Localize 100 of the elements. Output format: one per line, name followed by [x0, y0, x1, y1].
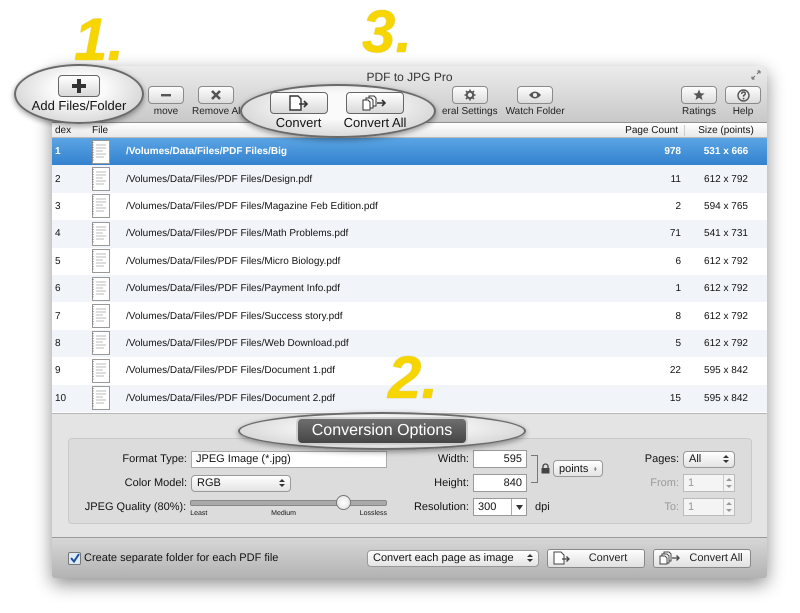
table-row[interactable]: 6 /Volumes/Data/Files/PDF Files/Payment Info.pdf 1 612 x 792 — [52, 274, 767, 302]
unit-label: dpi — [535, 501, 550, 513]
table-cell-text: /Volumes/Data/Files/PDF Files/Document 1.pdf — [126, 365, 336, 376]
table-cell-text: 1 — [54, 146, 62, 158]
unit-select[interactable]: points — [553, 460, 603, 477]
table-cell-text: /Volumes/Data/Files/PDF Files/Document 2.pdf — [126, 392, 336, 404]
eye-icon — [528, 90, 542, 100]
document-thumbnail-icon — [92, 249, 110, 274]
table-cell-text: 541 x 731 — [703, 228, 749, 240]
document-thumbnail-icon — [92, 386, 110, 410]
convert-button[interactable]: Convert — [547, 548, 645, 568]
table-cell-text: /Volumes/Data/Files/PDF Files/Success story.pdf — [126, 310, 344, 322]
section-title: Conversion Options — [296, 417, 468, 445]
table-cell-text: 8 — [54, 338, 62, 349]
table-cell-text: 4 — [54, 228, 62, 240]
table-cell-text: 531 x 666 — [702, 146, 750, 158]
documents-arrow-icon — [362, 95, 388, 111]
format-type-field[interactable]: JPEG Image (*.jpg) — [191, 450, 387, 468]
convert-button[interactable]: Convert All — [653, 548, 751, 568]
stepper-arrows-icon — [726, 501, 732, 513]
document-thumbnail-icon — [92, 222, 110, 246]
table-cell-text: 5 — [54, 256, 62, 267]
table-cell-text: /Volumes/Data/Files/PDF Files/Design.pdf — [126, 174, 314, 185]
separate-folder-checkbox[interactable]: Create separate folder for each PDF file — [68, 552, 278, 564]
table-row[interactable]: 2 /Volumes/Data/Files/PDF Files/Design.pdf 11 612 x 792 — [52, 165, 767, 193]
document-arrow-icon — [553, 551, 571, 565]
document-thumbnail-icon — [92, 140, 110, 164]
table-cell-text: 9 — [54, 365, 62, 376]
field-label: Resolution: — [412, 501, 469, 513]
cross-icon — [210, 89, 222, 101]
table-cell-text: 11 — [670, 174, 682, 185]
table-cell-text: /Volumes/Data/Files/PDF Files/Payment Info.pdf — [126, 283, 341, 294]
table-cell-text: 612 x 792 — [703, 310, 749, 322]
table-cell-text: /Volumes/Data/Files/PDF Files/Magazine Feb Edition.pdf — [126, 200, 379, 212]
stepper-arrows-icon — [723, 454, 729, 464]
table-cell-text: 7 — [54, 310, 62, 322]
field-label: Width: — [436, 453, 469, 465]
table-cell-text: 612 x 792 — [703, 174, 749, 185]
table-cell-text: 3 — [54, 200, 62, 212]
resolution-combo[interactable]: 300 — [473, 498, 527, 516]
table-cell-text: 595 x 842 — [703, 392, 749, 404]
color-model-select[interactable]: RGB — [191, 474, 291, 492]
table-cell-text: /Volumes/Data/Files/PDF Files/Math Problems.pdf — [126, 228, 350, 240]
step-number: 3. — [362, 2, 412, 62]
table-cell-text: 8 — [674, 310, 682, 322]
table-cell-text: 22 — [668, 365, 682, 376]
table-cell-text: 6 — [54, 283, 62, 294]
table-cell-text: 2 — [54, 174, 62, 185]
table-cell-text: 15 — [668, 392, 682, 404]
fullscreen-icon[interactable] — [751, 70, 761, 80]
field-label: From: — [649, 477, 679, 489]
field-label: To: — [663, 501, 679, 513]
document-arrow-icon — [288, 95, 310, 111]
step-number: 1. — [74, 10, 124, 70]
document-thumbnail-icon — [92, 358, 110, 383]
settings-icon — [464, 89, 476, 101]
table-cell-text: 10 — [54, 392, 68, 404]
documents-arrow-icon — [659, 551, 681, 565]
table-cell-text: 6 — [674, 256, 682, 267]
pages-select[interactable]: All — [683, 450, 735, 468]
slider-thumb[interactable] — [336, 495, 351, 510]
add-files-button[interactable]: Add Files/Folder — [32, 75, 126, 113]
lock-icon[interactable] — [541, 463, 550, 474]
table-cell-text: 594 x 765 — [703, 200, 749, 212]
toolbar-button[interactable]: Watch Folder — [506, 86, 565, 117]
table-cell-text: 978 — [663, 146, 682, 158]
stepper-arrows-icon — [726, 477, 732, 489]
table-cell-text: /Volumes/Data/Files/PDF Files/Micro Biology.pdf — [126, 256, 342, 267]
table-cell-text: 1 — [674, 283, 682, 294]
field-label: Color Model: — [124, 477, 187, 489]
dropdown-arrow-icon — [516, 504, 522, 510]
aspect-link-bracket — [531, 455, 538, 483]
window-title: PDF to JPG Pro — [366, 69, 453, 84]
height-field[interactable]: 840 — [473, 474, 527, 492]
conversion-mode-select[interactable]: Convert each page as image — [367, 550, 539, 566]
table-row[interactable]: 5 /Volumes/Data/Files/PDF Files/Micro Biology.pdf 6 612 x 792 — [52, 248, 767, 275]
table-cell-text: /Volumes/Data/Files/PDF Files/Web Download.pdf — [126, 338, 350, 349]
width-field[interactable]: 595 — [473, 450, 527, 468]
checkmark-icon — [70, 553, 80, 563]
toolbar-button[interactable]: eral Settings — [442, 86, 498, 117]
table-cell-text: 71 — [668, 228, 682, 240]
document-thumbnail-icon — [92, 167, 110, 192]
toolbar-button[interactable]: Remove Al — [192, 86, 240, 117]
table-cell-text: 612 x 792 — [703, 283, 749, 294]
column-header[interactable]: Size (points) — [685, 124, 767, 136]
field-label: Format Type: — [121, 453, 187, 465]
table-cell-text: 612 x 792 — [703, 338, 749, 349]
column-header[interactable]: Page Count — [611, 124, 685, 136]
help-icon — [736, 88, 750, 102]
plus-icon — [71, 78, 87, 94]
column-header[interactable]: File — [92, 124, 152, 136]
quality-slider[interactable] — [190, 495, 387, 510]
table-cell-text: /Volumes/Data/Files/PDF Files/Big — [126, 146, 288, 158]
table-row[interactable]: 8 /Volumes/Data/Files/PDF Files/Web Download.pdf 5 612 x 792 — [52, 330, 767, 358]
column-header[interactable]: dex — [52, 124, 92, 136]
table-row[interactable]: 4 /Volumes/Data/Files/PDF Files/Math Problems.pdf 71 541 x 731 — [52, 220, 767, 248]
table-cell-text: 595 x 842 — [703, 365, 749, 376]
table-cell-text: 5 — [674, 338, 682, 349]
stepper-arrows-icon — [279, 478, 285, 488]
document-thumbnail-icon — [92, 331, 110, 356]
